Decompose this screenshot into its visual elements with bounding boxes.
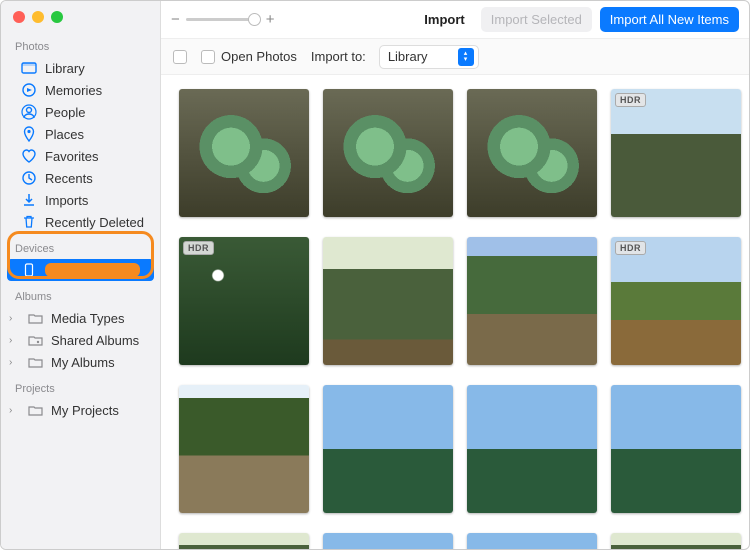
memories-icon: [21, 82, 37, 98]
sidebar-item-label: Shared Albums: [51, 333, 139, 348]
section-projects-label: Projects: [1, 373, 160, 399]
section-photos-label: Photos: [1, 31, 160, 57]
sidebar-item-label: People: [45, 105, 85, 120]
sidebar-item-label: Recently Deleted: [45, 215, 144, 230]
options-bar: Open Photos Import to: Library ▴▾: [161, 39, 749, 75]
photo-thumbnail[interactable]: HDR: [179, 237, 309, 365]
library-icon: [21, 60, 37, 76]
hdr-badge: HDR: [615, 93, 646, 107]
section-devices-label: Devices: [1, 233, 160, 259]
import-to-value: Library: [388, 49, 428, 64]
sidebar-item-favorites[interactable]: Favorites: [1, 145, 160, 167]
window-controls: [1, 1, 160, 31]
photo-thumbnail[interactable]: HDR: [611, 237, 741, 365]
sidebar-item-device[interactable]: [7, 259, 154, 281]
sidebar-item-label: Recents: [45, 171, 93, 186]
section-albums-label: Albums: [1, 281, 160, 307]
minimize-icon[interactable]: [32, 11, 44, 23]
zoom-out-icon[interactable]: −: [171, 11, 180, 28]
import-to-select[interactable]: Library ▴▾: [380, 46, 478, 68]
sidebar-item-my-projects[interactable]: › My Projects: [1, 399, 160, 421]
import-selected-button[interactable]: Import Selected: [481, 7, 592, 32]
photo-thumbnail[interactable]: [179, 385, 309, 513]
sidebar: Photos Library Memories People Places Fa…: [1, 1, 161, 549]
photo-thumbnail[interactable]: [179, 533, 309, 549]
places-icon: [21, 126, 37, 142]
app-window: Photos Library Memories People Places Fa…: [0, 0, 750, 550]
thumbnail-grid: HDR HDR HDR: [179, 89, 731, 549]
photo-thumbnail[interactable]: [611, 533, 741, 549]
people-icon: [21, 104, 37, 120]
photo-thumbnail[interactable]: [467, 89, 597, 217]
photo-thumbnail[interactable]: [323, 89, 453, 217]
fullscreen-icon[interactable]: [51, 11, 63, 23]
trash-icon: [21, 214, 37, 230]
sidebar-item-recently-deleted[interactable]: Recently Deleted: [1, 211, 160, 233]
sidebar-item-label: Library: [45, 61, 85, 76]
import-all-button[interactable]: Import All New Items: [600, 7, 739, 32]
sidebar-item-places[interactable]: Places: [1, 123, 160, 145]
folder-icon: [27, 354, 43, 370]
slider-knob[interactable]: [248, 13, 261, 26]
sidebar-item-label: Favorites: [45, 149, 98, 164]
zoom-slider[interactable]: [186, 18, 260, 21]
sidebar-item-label: My Projects: [51, 403, 119, 418]
chevron-right-icon: ›: [9, 313, 19, 324]
hdr-badge: HDR: [183, 241, 214, 255]
chevron-right-icon: ›: [9, 335, 19, 346]
sidebar-item-library[interactable]: Library: [1, 57, 160, 79]
sidebar-item-memories[interactable]: Memories: [1, 79, 160, 101]
device-name-redacted: [45, 263, 140, 277]
select-all-checkbox[interactable]: [173, 50, 187, 64]
sidebar-item-imports[interactable]: Imports: [1, 189, 160, 211]
sidebar-item-label: Memories: [45, 83, 102, 98]
chevron-right-icon: ›: [9, 357, 19, 368]
clock-icon: [21, 170, 37, 186]
shared-folder-icon: [27, 332, 43, 348]
photo-thumbnail[interactable]: [467, 385, 597, 513]
sidebar-item-shared-albums[interactable]: › Shared Albums: [1, 329, 160, 351]
sidebar-item-media-types[interactable]: › Media Types: [1, 307, 160, 329]
photo-thumbnail[interactable]: HDR: [611, 89, 741, 217]
folder-icon: [27, 310, 43, 326]
sidebar-item-label: Places: [45, 127, 84, 142]
sidebar-item-label: Imports: [45, 193, 88, 208]
hdr-badge: HDR: [615, 241, 646, 255]
folder-icon: [27, 402, 43, 418]
heart-icon: [21, 148, 37, 164]
tab-import[interactable]: Import: [416, 12, 472, 27]
close-icon[interactable]: [13, 11, 25, 23]
chevron-updown-icon: ▴▾: [458, 48, 474, 66]
main-area: − + Import Import Selected Import All Ne…: [161, 1, 749, 549]
photo-thumbnail[interactable]: [323, 533, 453, 549]
zoom-in-icon[interactable]: +: [266, 11, 275, 28]
phone-icon: [21, 262, 37, 278]
sidebar-item-recents[interactable]: Recents: [1, 167, 160, 189]
toolbar: − + Import Import Selected Import All Ne…: [161, 1, 749, 39]
sidebar-item-label: My Albums: [51, 355, 115, 370]
download-icon: [21, 192, 37, 208]
photo-thumbnail[interactable]: [323, 237, 453, 365]
open-photos-label: Open Photos: [221, 49, 297, 64]
sidebar-item-people[interactable]: People: [1, 101, 160, 123]
thumbnail-grid-area[interactable]: HDR HDR HDR: [161, 75, 749, 549]
sidebar-item-my-albums[interactable]: › My Albums: [1, 351, 160, 373]
chevron-right-icon: ›: [9, 405, 19, 416]
photo-thumbnail[interactable]: [467, 237, 597, 365]
zoom-control: − +: [171, 11, 275, 28]
photo-thumbnail[interactable]: [467, 533, 597, 549]
photo-thumbnail[interactable]: [179, 89, 309, 217]
sidebar-item-label: Media Types: [51, 311, 124, 326]
import-to-label: Import to:: [311, 49, 366, 64]
photo-thumbnail[interactable]: [611, 385, 741, 513]
open-photos-checkbox[interactable]: [201, 50, 215, 64]
photo-thumbnail[interactable]: [323, 385, 453, 513]
